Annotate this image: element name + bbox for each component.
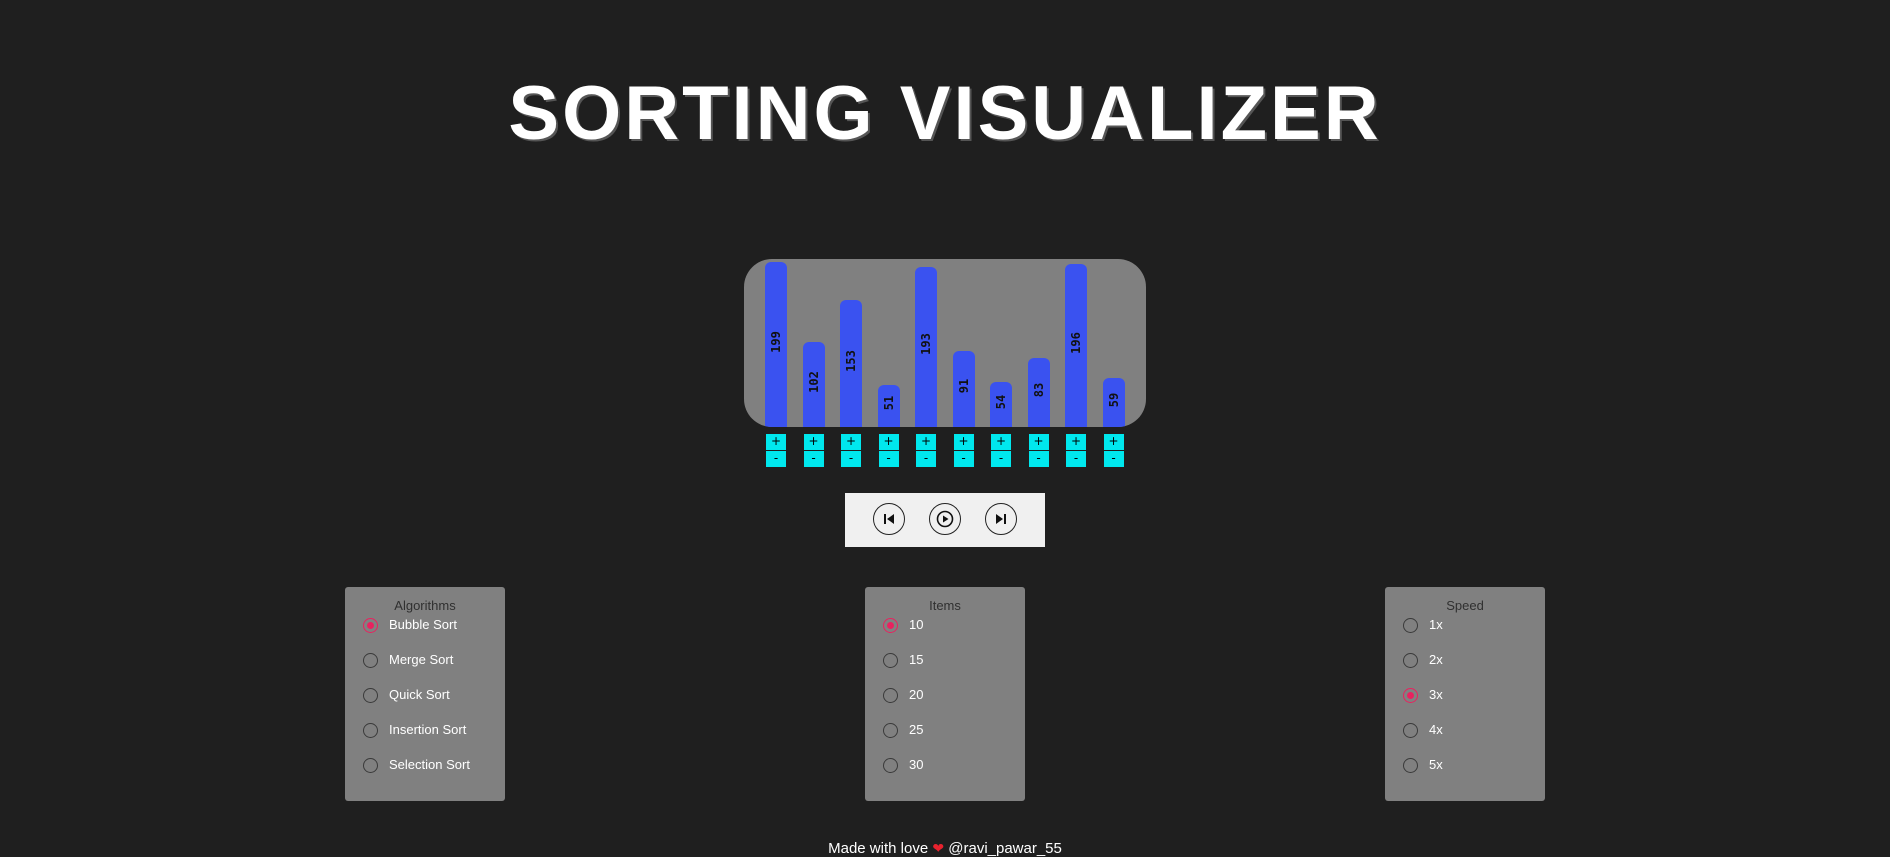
increment-button-0[interactable]: +: [766, 434, 786, 450]
footer-handle[interactable]: @ravi_pawar_55: [948, 840, 1062, 857]
bar-6: 54: [990, 382, 1012, 427]
radio-button[interactable]: [1403, 618, 1418, 633]
decrement-button-0[interactable]: -: [766, 451, 786, 467]
algorithms-panel: Algorithms Bubble Sort Merge Sort Quick So…: [345, 587, 505, 801]
algorithms-option-label: Insertion Sort: [389, 722, 467, 737]
radio-button[interactable]: [1403, 758, 1418, 773]
speed-panel: Speed 1x 2x 3x 4x 5x: [1385, 587, 1545, 801]
algorithms-option-label: Selection Sort: [389, 757, 470, 772]
radio-button[interactable]: [363, 688, 378, 703]
previous-step-button[interactable]: [873, 503, 905, 535]
radio-button[interactable]: [883, 653, 898, 668]
decrement-button-1[interactable]: -: [803, 451, 824, 467]
items-option-label: 20: [909, 687, 924, 702]
bar-8: 196: [1065, 264, 1087, 427]
algorithms-option-label: Bubble Sort: [389, 617, 457, 632]
decrement-button-7[interactable]: -: [1028, 451, 1049, 467]
footer: Made with love ❤ @ravi_pawar_55: [0, 840, 1890, 857]
playback-controls: [845, 493, 1045, 547]
increment-button-7[interactable]: +: [1028, 434, 1049, 450]
algorithms-title: Algorithms: [394, 598, 456, 613]
increment-button-5[interactable]: +: [953, 434, 974, 450]
decrement-button-6[interactable]: -: [991, 451, 1011, 467]
speed-option-label: 3x: [1429, 687, 1443, 702]
bar-1: 102: [802, 342, 825, 427]
bar-4: 193: [915, 267, 937, 427]
bar-value-label: 51: [881, 395, 896, 411]
bar-2: 153: [840, 300, 862, 427]
play-icon: [936, 510, 954, 528]
bar-value-label: 196: [1069, 331, 1083, 354]
bar-value-label: 153: [844, 349, 858, 372]
items-option-label: 15: [909, 652, 924, 667]
items-title: Items: [929, 598, 961, 613]
radio-button[interactable]: [363, 758, 378, 773]
radio-button[interactable]: [1403, 688, 1418, 703]
radio-button[interactable]: [883, 688, 898, 703]
items-panel: Items 10 15 20 25 30: [865, 587, 1025, 801]
skip-previous-icon: [884, 514, 894, 524]
radio-button[interactable]: [1403, 723, 1418, 738]
radio-button[interactable]: [363, 653, 378, 668]
items-option-label: 10: [909, 617, 924, 632]
footer-text: Made with love: [828, 840, 929, 857]
decrement-button-8[interactable]: -: [1066, 451, 1086, 467]
page-title: SORTING VISUALIZER: [508, 71, 1382, 156]
increment-button-3[interactable]: +: [878, 434, 899, 450]
bar-value-label: 91: [956, 378, 971, 394]
radio-button[interactable]: [1403, 653, 1418, 668]
bar-value-label: 199: [769, 330, 783, 353]
increment-button-9[interactable]: +: [1103, 434, 1124, 450]
decrement-button-2[interactable]: -: [841, 451, 861, 467]
bar-3: 51: [877, 385, 900, 427]
items-option-label: 30: [909, 757, 924, 772]
decrement-button-9[interactable]: -: [1103, 451, 1124, 467]
speed-option-label: 5x: [1429, 757, 1443, 772]
bar-value-label: 102: [806, 370, 821, 393]
algorithms-option-label: Quick Sort: [389, 687, 450, 702]
radio-button[interactable]: [363, 723, 378, 738]
decrement-button-3[interactable]: -: [878, 451, 899, 467]
algorithms-option-label: Merge Sort: [389, 652, 454, 667]
next-step-button[interactable]: [985, 503, 1017, 535]
radio-button[interactable]: [883, 618, 898, 633]
bar-5: 91: [952, 351, 975, 427]
items-option-label: 25: [909, 722, 924, 737]
decrement-button-4[interactable]: -: [916, 451, 936, 467]
radio-button[interactable]: [883, 723, 898, 738]
decrement-button-5[interactable]: -: [953, 451, 974, 467]
bar-0: 199: [765, 262, 787, 427]
bar-value-label: 54: [994, 394, 1008, 409]
speed-title: Speed: [1446, 598, 1484, 613]
speed-option-label: 1x: [1429, 617, 1443, 632]
radio-button[interactable]: [363, 618, 378, 633]
heart-icon: ❤: [932, 840, 945, 856]
increment-button-4[interactable]: +: [916, 434, 936, 450]
skip-next-icon: [996, 514, 1006, 524]
bar-value-label: 59: [1106, 392, 1121, 407]
bar-9: 59: [1102, 378, 1125, 427]
bar-7: 83: [1027, 358, 1050, 427]
bar-value-label: 83: [1031, 382, 1046, 397]
increment-button-1[interactable]: +: [803, 434, 824, 450]
increment-button-2[interactable]: +: [841, 434, 861, 450]
radio-button[interactable]: [883, 758, 898, 773]
bar-value-label: 193: [919, 333, 933, 355]
speed-option-label: 4x: [1429, 722, 1443, 737]
speed-option-label: 2x: [1429, 652, 1443, 667]
bar-chart: 199 102 153 51 193 91 54 83 196 59: [744, 259, 1146, 427]
increment-button-8[interactable]: +: [1066, 434, 1086, 450]
increment-button-6[interactable]: +: [991, 434, 1011, 450]
play-button[interactable]: [929, 503, 961, 535]
